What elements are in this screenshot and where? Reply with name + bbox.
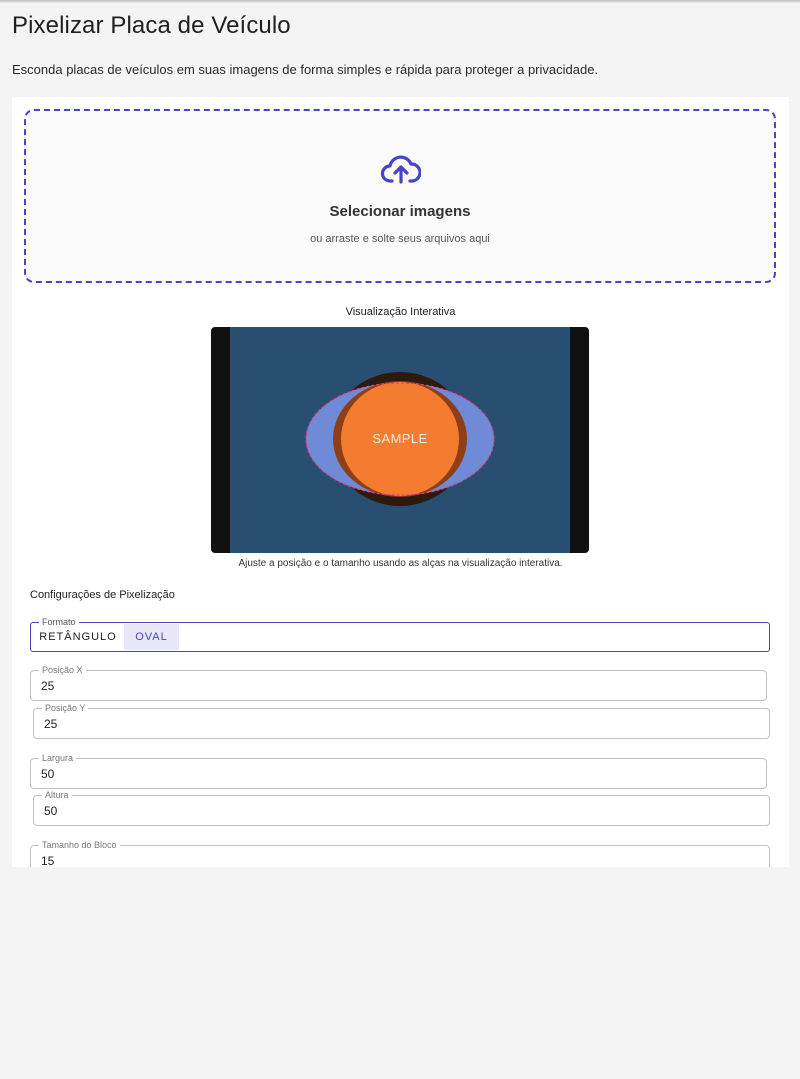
height-field[interactable]: Altura 50 xyxy=(33,789,770,826)
select-images-label[interactable]: Selecionar imagens xyxy=(26,203,774,220)
position-x-input[interactable]: 25 xyxy=(41,679,54,693)
format-rectangle-button[interactable]: RETÂNGULO xyxy=(32,624,124,650)
settings-title: Configurações de Pixelização xyxy=(30,589,175,601)
position-y-input[interactable]: 25 xyxy=(44,717,57,731)
block-size-field[interactable]: Tamanho do Bloco 15 xyxy=(30,839,770,867)
position-y-field[interactable]: Posição Y 25 xyxy=(33,702,770,739)
block-size-label: Tamanho do Bloco xyxy=(39,839,120,851)
preview-caption: Ajuste a posição e o tamanho usando as a… xyxy=(238,558,563,569)
page-title: Pixelizar Placa de Veículo xyxy=(12,12,291,39)
width-field[interactable]: Largura 50 xyxy=(30,752,767,789)
drag-drop-hint: ou arraste e solte seus arquivos aqui xyxy=(310,233,490,245)
position-y-label: Posição Y xyxy=(42,702,89,714)
main-card: Selecionar imagens ou arraste e solte se… xyxy=(12,97,789,867)
position-x-label: Posição X xyxy=(39,664,86,676)
format-toggle-group: Formato RETÂNGULO OVAL xyxy=(30,616,770,652)
page-subtitle: Esconda placas de veículos em suas image… xyxy=(12,62,599,77)
top-edge-shadow xyxy=(0,0,800,3)
preview-title: Visualização Interativa xyxy=(345,306,456,318)
height-input[interactable]: 50 xyxy=(44,804,57,818)
cloud-upload-icon xyxy=(381,155,421,184)
image-dropzone[interactable]: Selecionar imagens ou arraste e solte se… xyxy=(24,109,776,283)
height-label: Altura xyxy=(42,789,72,801)
position-x-field[interactable]: Posição X 25 xyxy=(30,664,767,701)
interactive-preview[interactable]: SAMPLE xyxy=(211,327,589,553)
width-input[interactable]: 50 xyxy=(41,767,54,781)
sample-text: SAMPLE xyxy=(372,431,428,446)
block-size-input[interactable]: 15 xyxy=(41,854,54,867)
width-label: Largura xyxy=(39,752,77,764)
format-oval-button[interactable]: OVAL xyxy=(124,624,179,650)
